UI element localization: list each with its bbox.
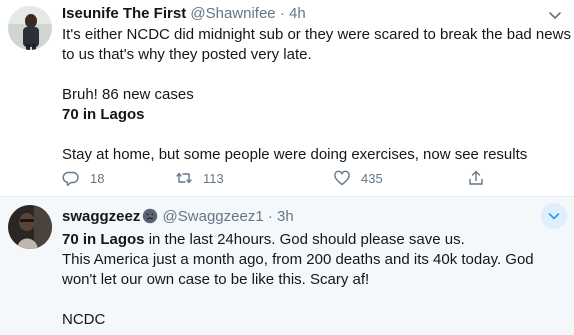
- tweet-actions: 18 113 435: [62, 168, 502, 188]
- avatar[interactable]: [8, 205, 52, 249]
- share-button[interactable]: [467, 168, 485, 188]
- username[interactable]: @Swaggzeez1: [163, 208, 264, 225]
- tweet-text-line: in the last 24hours. God should please s…: [144, 231, 465, 248]
- retweet-count: 113: [203, 170, 224, 186]
- retweet-icon: [176, 172, 192, 184]
- reply-icon: [62, 171, 79, 186]
- tweet-text-bold: 70 in Lagos: [62, 106, 145, 123]
- tweet-header: swaggzeez @Swaggzeez1 · 3h: [62, 207, 294, 227]
- like-count: 435: [361, 170, 383, 186]
- display-name[interactable]: swaggzeez: [62, 208, 140, 225]
- reply-button[interactable]: 18: [62, 168, 104, 188]
- tweet-text-bold: 70 in Lagos: [62, 231, 145, 248]
- tweet-header: Iseunife The First @Shawnifee · 4h: [62, 4, 306, 24]
- separator-dot: ·: [267, 208, 273, 225]
- tweet[interactable]: Iseunife The First @Shawnifee · 4h It's …: [0, 0, 574, 197]
- tweet[interactable]: swaggzeez @Swaggzeez1 · 3h 70 in Lagos i…: [0, 197, 574, 335]
- tweet-text-line: This America just a month ago, from 200 …: [62, 251, 534, 268]
- timestamp[interactable]: 4h: [289, 5, 306, 22]
- share-icon: [469, 170, 483, 185]
- like-button[interactable]: 435: [333, 168, 383, 188]
- reply-count: 18: [90, 170, 105, 186]
- tweet-text: 70 in Lagos in the last 24hours. God sho…: [62, 230, 567, 330]
- chevron-down-icon[interactable]: [541, 203, 567, 229]
- retweet-button[interactable]: 113: [175, 168, 224, 188]
- tweet-text-line: to us that's why they posted very late.: [62, 46, 312, 63]
- username[interactable]: @Shawnifee: [190, 5, 275, 22]
- avatar[interactable]: [8, 6, 52, 50]
- tweet-text-line: NCDC: [62, 311, 106, 328]
- heart-icon: [334, 170, 350, 186]
- chevron-down-icon[interactable]: [546, 6, 564, 24]
- display-name[interactable]: Iseunife The First: [62, 5, 186, 22]
- separator-dot: ·: [279, 5, 285, 22]
- tweet-text-line: Stay at home, but some people were doing…: [62, 146, 528, 163]
- tweet-text-line: It's either NCDC did midnight sub or the…: [62, 26, 571, 43]
- timestamp[interactable]: 3h: [277, 208, 294, 225]
- tweet-text: It's either NCDC did midnight sub or the…: [62, 25, 571, 165]
- tweet-text-line: Bruh! 86 new cases: [62, 86, 194, 103]
- tweet-text-line: won't let our own case to be like this. …: [62, 271, 370, 288]
- slightly-frowning-face-emoji: [142, 208, 158, 224]
